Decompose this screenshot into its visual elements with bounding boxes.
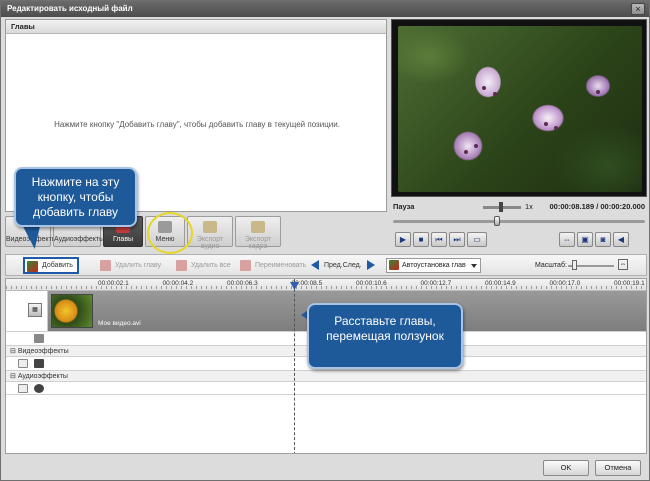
delete-all-icon	[176, 260, 187, 271]
seek-knob[interactable]	[493, 216, 500, 226]
chapters-header: Главы	[6, 20, 386, 34]
dialog-footer: OK Отмена	[1, 456, 649, 480]
tab-icon	[251, 221, 265, 233]
tab-label: Экспорт кадра	[244, 236, 272, 250]
play-icon[interactable]: ▶	[395, 232, 411, 247]
playback-status: Пауза	[393, 202, 415, 211]
ruler-tick-label: 00:00:17.0	[549, 280, 581, 287]
tab-label: Экспорт аудио	[196, 236, 224, 250]
chevron-down-icon	[470, 264, 477, 268]
add-chapter-callout: Нажмите на эту кнопку, чтобы добавить гл…	[14, 167, 137, 227]
tab-label: Главы	[112, 236, 134, 243]
delete-all-button[interactable]: Удалить все	[174, 258, 231, 273]
next-chapter-icon[interactable]	[367, 260, 375, 270]
add-chapter-icon	[27, 261, 38, 272]
video-effects-label: Видеоэффекты	[17, 348, 69, 355]
zoom-slider-knob[interactable]	[572, 260, 578, 270]
time-display: 00:00:08.189 / 00:00:20.000	[549, 202, 646, 211]
zoom-label: Масштаб:	[535, 262, 567, 269]
chapter-toolbar: Добавить Удалить главу Удалить все Переи…	[5, 254, 647, 276]
prev-next-label: Пред.След.	[324, 262, 362, 269]
video-track-icon: ▦	[28, 303, 42, 317]
rename-icon	[240, 260, 251, 271]
player-status-bar: Пауза 1x 00:00:08.189 / 00:00:20.000	[391, 200, 647, 214]
callout-tail	[22, 225, 44, 249]
volume-icon[interactable]: ◀	[613, 232, 629, 247]
delete-all-label: Удалить все	[191, 262, 231, 269]
rename-button[interactable]: Переименовать	[238, 258, 306, 273]
tab-4[interactable]: Экспорт аудио	[187, 216, 233, 250]
speed-label: 1x	[525, 202, 533, 211]
audio-effect-icon	[34, 384, 44, 393]
chapters-tab-highlight	[147, 212, 193, 254]
ok-button[interactable]: OK	[543, 460, 589, 476]
ruler-tick-label: 00:00:02.1	[98, 280, 129, 287]
playhead[interactable]	[294, 279, 295, 453]
ruler-tick-label: 00:00:14.9	[485, 280, 516, 287]
preview-image	[398, 26, 642, 192]
audio-effects-label: Аудиоэффекты	[17, 373, 68, 380]
auto-chapters-select[interactable]: Автоустановка глав	[386, 258, 481, 273]
delete-chapter-button[interactable]: Удалить главу	[98, 258, 161, 273]
seek-track[interactable]	[393, 220, 645, 223]
auto-chapters-label: Автоустановка глав	[402, 262, 466, 269]
eye-icon[interactable]	[18, 384, 28, 393]
eye-icon[interactable]	[18, 359, 28, 368]
window-title: Редактировать исходный файл	[1, 1, 649, 17]
ruler-tick-label: 00:00:06.3	[227, 280, 258, 287]
chapters-hint: Нажмите кнопку "Добавить главу", чтобы д…	[54, 120, 340, 129]
slider-callout: Расставьте главы, перемещая ползунок	[307, 303, 463, 369]
edit-source-window: Редактировать исходный файл × Главы Нажм…	[0, 0, 650, 481]
seek-bar[interactable]	[391, 216, 647, 226]
add-chapter-label: Добавить	[42, 262, 73, 269]
collapse-icon[interactable]: ⊟	[10, 348, 16, 355]
fit-timeline-icon[interactable]: ⇔	[618, 259, 628, 270]
snapshot-icon[interactable]: ▣	[577, 232, 593, 247]
add-chapter-button[interactable]: Добавить	[23, 257, 79, 274]
aspect-ratio-icon[interactable]: ⇔	[559, 232, 575, 247]
ruler-tick-label: 00:00:19.1	[614, 280, 645, 287]
video-effect-icon	[34, 359, 44, 368]
audio-track-icon	[34, 334, 44, 343]
tab-label: Аудиоэффекты	[54, 236, 105, 243]
video-preview	[391, 19, 647, 197]
stop-icon[interactable]: ■	[413, 232, 429, 247]
ruler-tick-label: 00:00:04.2	[162, 280, 194, 287]
delete-chapter-label: Удалить главу	[115, 262, 162, 269]
collapse-icon[interactable]: ⊟	[10, 373, 16, 380]
clip-thumbnail	[51, 294, 93, 328]
close-button[interactable]: ×	[631, 3, 645, 15]
ruler-tick-label: 00:00:10.6	[356, 280, 387, 287]
auto-chapters-icon	[389, 260, 399, 270]
speed-slider-knob[interactable]	[499, 202, 503, 212]
audio-effects-row	[6, 381, 646, 395]
tab-5[interactable]: Экспорт кадра	[235, 216, 281, 250]
tab-icon	[203, 221, 217, 233]
cancel-button[interactable]: Отмена	[595, 460, 641, 476]
next-frame-icon[interactable]: ⏭	[449, 232, 465, 247]
timeline-ruler[interactable]: 00:00:02.1 00:00:04.2 00:00:06.3 00:00:08.5…	[6, 279, 646, 291]
ruler-tick-label: 00:00:12.7	[420, 280, 452, 287]
rename-label: Переименовать	[255, 262, 307, 269]
camera-icon[interactable]: ◙	[595, 232, 611, 247]
prev-frame-icon[interactable]: ⏮	[431, 232, 447, 247]
fullscreen-icon[interactable]: ▭	[467, 232, 487, 247]
clip-name: Мое видео.avi	[98, 320, 141, 327]
audio-effects-header[interactable]: ⊟ Аудиоэффекты	[6, 370, 646, 381]
delete-chapter-icon	[100, 260, 111, 271]
